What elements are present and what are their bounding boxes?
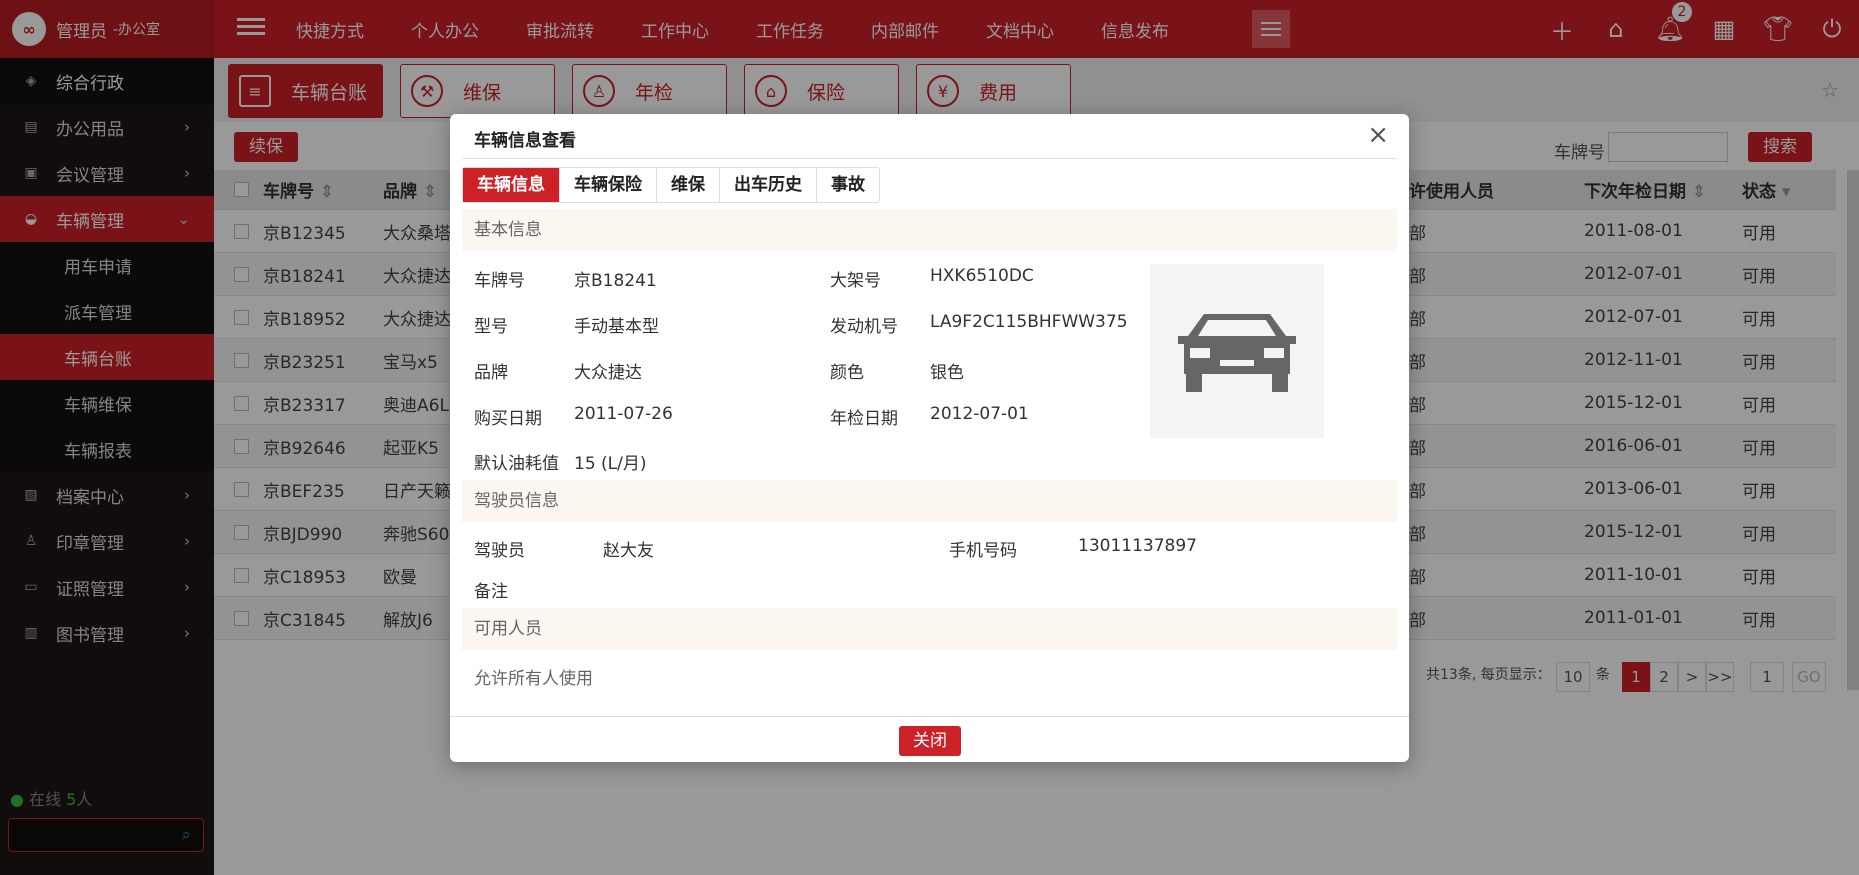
- dialog-tabs: 车辆信息 车辆保险 维保 出车历史 事故: [462, 167, 880, 203]
- frame-label: 大架号: [830, 271, 881, 291]
- color-value: 银色: [930, 363, 964, 383]
- tab-vehicle-insurance[interactable]: 车辆保险: [560, 168, 657, 202]
- frame-value: HXK6510DC: [930, 266, 1034, 286]
- available-users-value: 允许所有人使用: [474, 669, 593, 689]
- section-basic-info: 基本信息: [462, 209, 1397, 251]
- purchase-date-value: 2011-07-26: [574, 404, 673, 424]
- close-button[interactable]: 关闭: [899, 726, 961, 756]
- tab-trip-history[interactable]: 出车历史: [720, 168, 817, 202]
- vehicle-info-dialog: 车辆信息查看 × 车辆信息 车辆保险 维保 出车历史 事故 基本信息 车牌号 京…: [450, 114, 1409, 762]
- model-value: 手动基本型: [574, 317, 659, 337]
- vehicle-photo: [1150, 264, 1324, 438]
- divider: [462, 158, 1397, 159]
- purchase-date-label: 购买日期: [474, 409, 542, 429]
- fuel-label: 默认油耗值: [474, 454, 559, 474]
- section-driver-info: 驾驶员信息: [462, 480, 1397, 522]
- dialog-footer-divider: [450, 716, 1409, 717]
- dialog-title: 车辆信息查看: [474, 131, 576, 151]
- driver-label: 驾驶员: [474, 541, 525, 561]
- driver-value: 赵大友: [603, 541, 654, 561]
- inspection-date-value: 2012-07-01: [930, 404, 1029, 424]
- phone-value: 13011137897: [1078, 536, 1197, 556]
- close-icon[interactable]: ×: [1367, 120, 1389, 150]
- color-label: 颜色: [830, 363, 864, 383]
- tab-maintenance[interactable]: 维保: [657, 168, 720, 202]
- engine-value: LA9F2C115BHFWW375: [930, 312, 1128, 332]
- phone-label: 手机号码: [949, 541, 1017, 561]
- brand-value: 大众捷达: [574, 363, 642, 383]
- engine-label: 发动机号: [830, 317, 898, 337]
- model-label: 型号: [474, 317, 508, 337]
- note-label: 备注: [474, 582, 508, 602]
- fuel-value: 15 (L/月): [574, 454, 647, 474]
- tab-accident[interactable]: 事故: [817, 168, 879, 202]
- tab-vehicle-info[interactable]: 车辆信息: [463, 168, 560, 202]
- inspection-date-label: 年检日期: [830, 409, 898, 429]
- car-icon: [1178, 314, 1296, 392]
- plate-label: 车牌号: [474, 271, 525, 291]
- section-available-users: 可用人员: [462, 608, 1397, 650]
- plate-value: 京B18241: [574, 271, 657, 291]
- brand-label: 品牌: [474, 363, 508, 383]
